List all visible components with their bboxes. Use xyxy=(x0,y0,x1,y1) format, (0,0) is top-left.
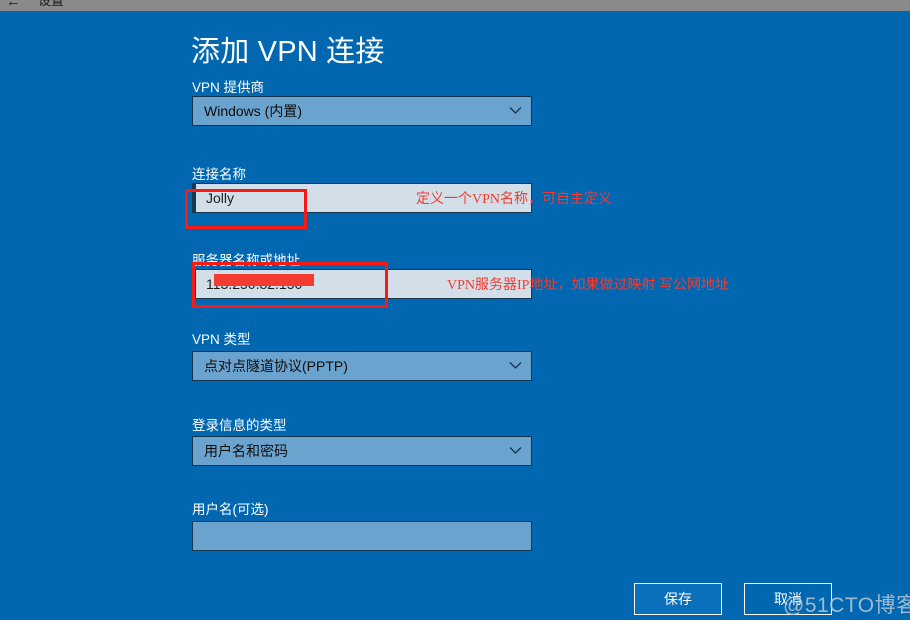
signin-info-type-value: 用户名和密码 xyxy=(204,443,288,459)
vpn-settings-screen: ← 设置 添加 VPN 连接 VPN 提供商 Windows (内置) 连接名称… xyxy=(0,0,910,620)
server-address-annotation: VPN服务器IP地址，如果做过映射 写公网地址 xyxy=(447,278,729,293)
label-signin-info-type: 登录信息的类型 xyxy=(192,418,287,433)
app-title: 设置 xyxy=(38,0,65,8)
window-title-bar: ← 设置 xyxy=(0,0,910,11)
chevron-down-icon xyxy=(509,446,522,455)
save-button[interactable]: 保存 xyxy=(634,583,722,615)
chevron-down-icon xyxy=(509,361,522,370)
vpn-type-select[interactable]: 点对点隧道协议(PPTP) xyxy=(192,351,532,381)
page-title: 添加 VPN 连接 xyxy=(191,36,385,68)
chevron-down-icon xyxy=(509,106,522,115)
label-user-name: 用户名(可选) xyxy=(192,502,269,517)
server-address-redaction-bar xyxy=(214,274,314,286)
label-server-address: 服务器名称或地址 xyxy=(192,253,300,268)
label-connection-name: 连接名称 xyxy=(192,167,246,182)
connection-name-value: Jolly xyxy=(206,190,235,206)
vpn-provider-select[interactable]: Windows (内置) xyxy=(192,96,532,126)
user-name-input[interactable] xyxy=(192,521,532,551)
label-vpn-type: VPN 类型 xyxy=(192,332,251,347)
vpn-add-page: 添加 VPN 连接 VPN 提供商 Windows (内置) 连接名称 Joll… xyxy=(0,11,910,620)
back-arrow-icon[interactable]: ← xyxy=(6,0,28,11)
title-bar-clip: ← 设置 xyxy=(0,0,910,11)
signin-info-type-select[interactable]: 用户名和密码 xyxy=(192,436,532,466)
vpn-type-value: 点对点隧道协议(PPTP) xyxy=(204,358,348,374)
label-vpn-provider: VPN 提供商 xyxy=(192,80,265,95)
connection-name-annotation: 定义一个VPN名称，可自主定义 xyxy=(416,192,613,207)
vpn-provider-value: Windows (内置) xyxy=(204,103,303,119)
watermark: @51CTO博客 xyxy=(783,594,910,617)
